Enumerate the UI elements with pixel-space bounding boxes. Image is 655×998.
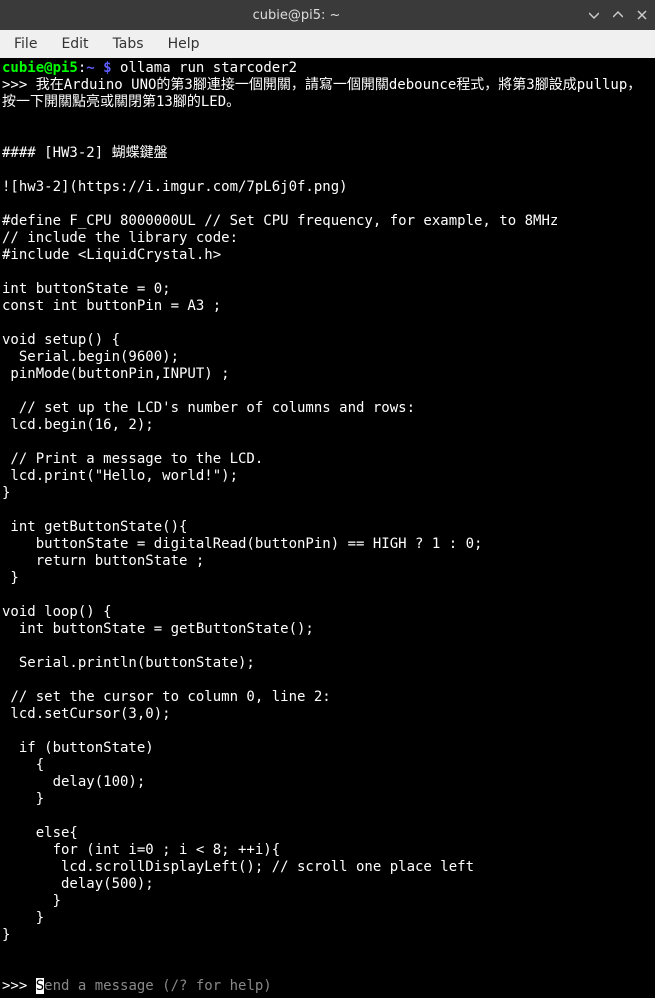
command-text: ollama run starcoder2: [120, 60, 297, 76]
menu-edit[interactable]: Edit: [51, 32, 98, 56]
close-icon[interactable]: [635, 8, 649, 22]
repl-prefix: >>>: [2, 77, 36, 93]
prompt-user: cubie@pi5: [2, 60, 78, 76]
maximize-icon[interactable]: [611, 8, 625, 22]
input-placeholder: end a message (/? for help): [44, 978, 272, 994]
terminal-output: #### [HW3-2] 蝴蝶鍵盤 ![hw3-2](https://i.img…: [2, 145, 558, 943]
user-message: 我在Arduino UNO的第3腳連接一個開關，請寫一個開關debounce程式…: [2, 77, 641, 110]
window-titlebar: cubie@pi5: ~: [0, 0, 655, 30]
terminal-cursor: S: [36, 978, 44, 994]
menu-file[interactable]: File: [4, 32, 47, 56]
window-title: cubie@pi5: ~: [6, 8, 587, 23]
prompt-path: ~: [86, 60, 94, 76]
input-prompt: >>>: [2, 978, 36, 994]
menubar: File Edit Tabs Help: [0, 30, 655, 58]
minimize-icon[interactable]: [587, 8, 601, 22]
menu-tabs[interactable]: Tabs: [103, 32, 154, 56]
prompt-symbol: $: [103, 60, 111, 76]
window-controls: [587, 8, 649, 22]
terminal-area[interactable]: cubie@pi5:~ $ ollama run starcoder2 >>> …: [0, 58, 655, 998]
menu-help[interactable]: Help: [158, 32, 210, 56]
